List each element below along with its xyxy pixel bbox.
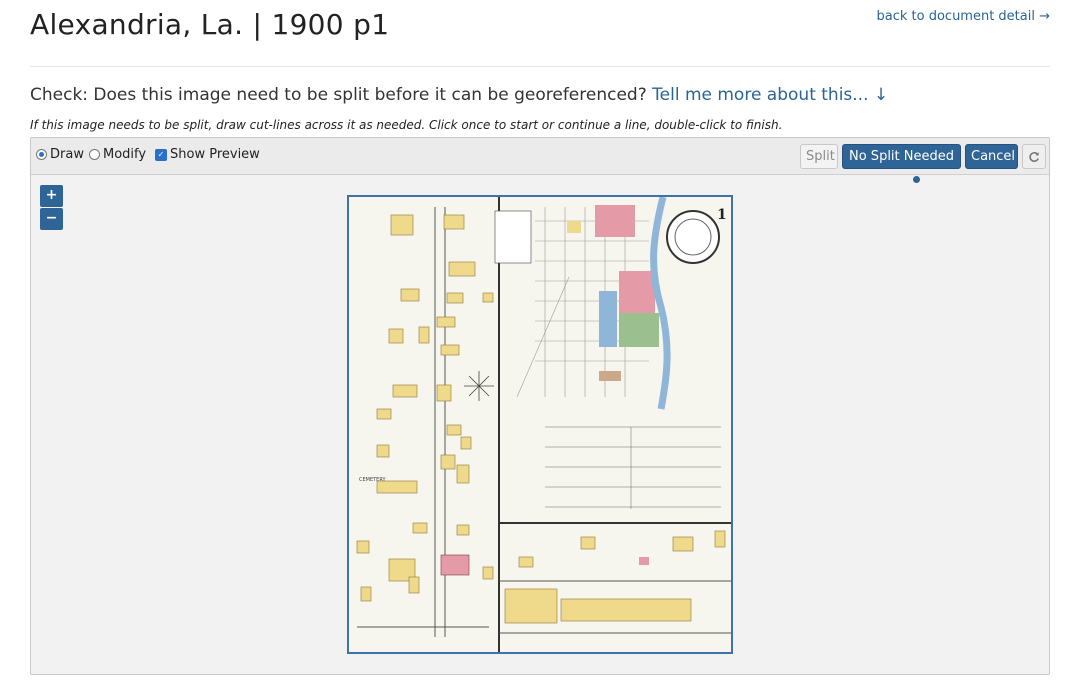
no-split-needed-button[interactable]: No Split Needed: [842, 144, 961, 169]
tell-me-more-link[interactable]: Tell me more about this... ↓: [652, 85, 888, 105]
refresh-button[interactable]: [1022, 144, 1046, 169]
page-title: Alexandria, La. | 1900 p1: [30, 8, 390, 41]
split-button[interactable]: Split: [800, 144, 838, 169]
zoom-out-button[interactable]: −: [40, 208, 63, 230]
cut-line-vertex-marker[interactable]: [913, 176, 920, 183]
show-preview-label: Show Preview: [170, 147, 260, 162]
show-preview-checkbox[interactable]: ✓: [155, 148, 167, 161]
cancel-button[interactable]: Cancel: [965, 144, 1018, 169]
sanborn-map-drawing: CEMETERY 1: [356, 197, 731, 652]
map-sheet-image[interactable]: CEMETERY 1: [347, 195, 733, 654]
modify-radio[interactable]: [89, 149, 100, 160]
split-panel: Draw Modify ✓ Show Preview Split No Spli…: [30, 137, 1050, 675]
draw-option[interactable]: Draw: [36, 147, 84, 162]
draw-label: Draw: [50, 147, 84, 162]
split-question: Check: Does this image need to be split …: [30, 85, 888, 105]
split-toolbar: Draw Modify ✓ Show Preview Split No Spli…: [31, 138, 1049, 175]
modify-option[interactable]: Modify: [89, 147, 146, 162]
show-preview-option[interactable]: ✓ Show Preview: [155, 147, 260, 162]
split-instructions: If this image needs to be split, draw cu…: [30, 118, 783, 132]
draw-radio[interactable]: [36, 149, 47, 160]
back-to-document-link[interactable]: back to document detail →: [877, 9, 1051, 24]
cemetery-label: CEMETERY: [359, 477, 386, 483]
modify-label: Modify: [103, 147, 147, 162]
divider: [30, 66, 1050, 67]
split-question-text: Check: Does this image need to be split …: [30, 85, 647, 105]
zoom-in-button[interactable]: +: [40, 185, 63, 207]
refresh-icon: [1029, 151, 1039, 162]
sheet-number: 1: [717, 207, 727, 223]
